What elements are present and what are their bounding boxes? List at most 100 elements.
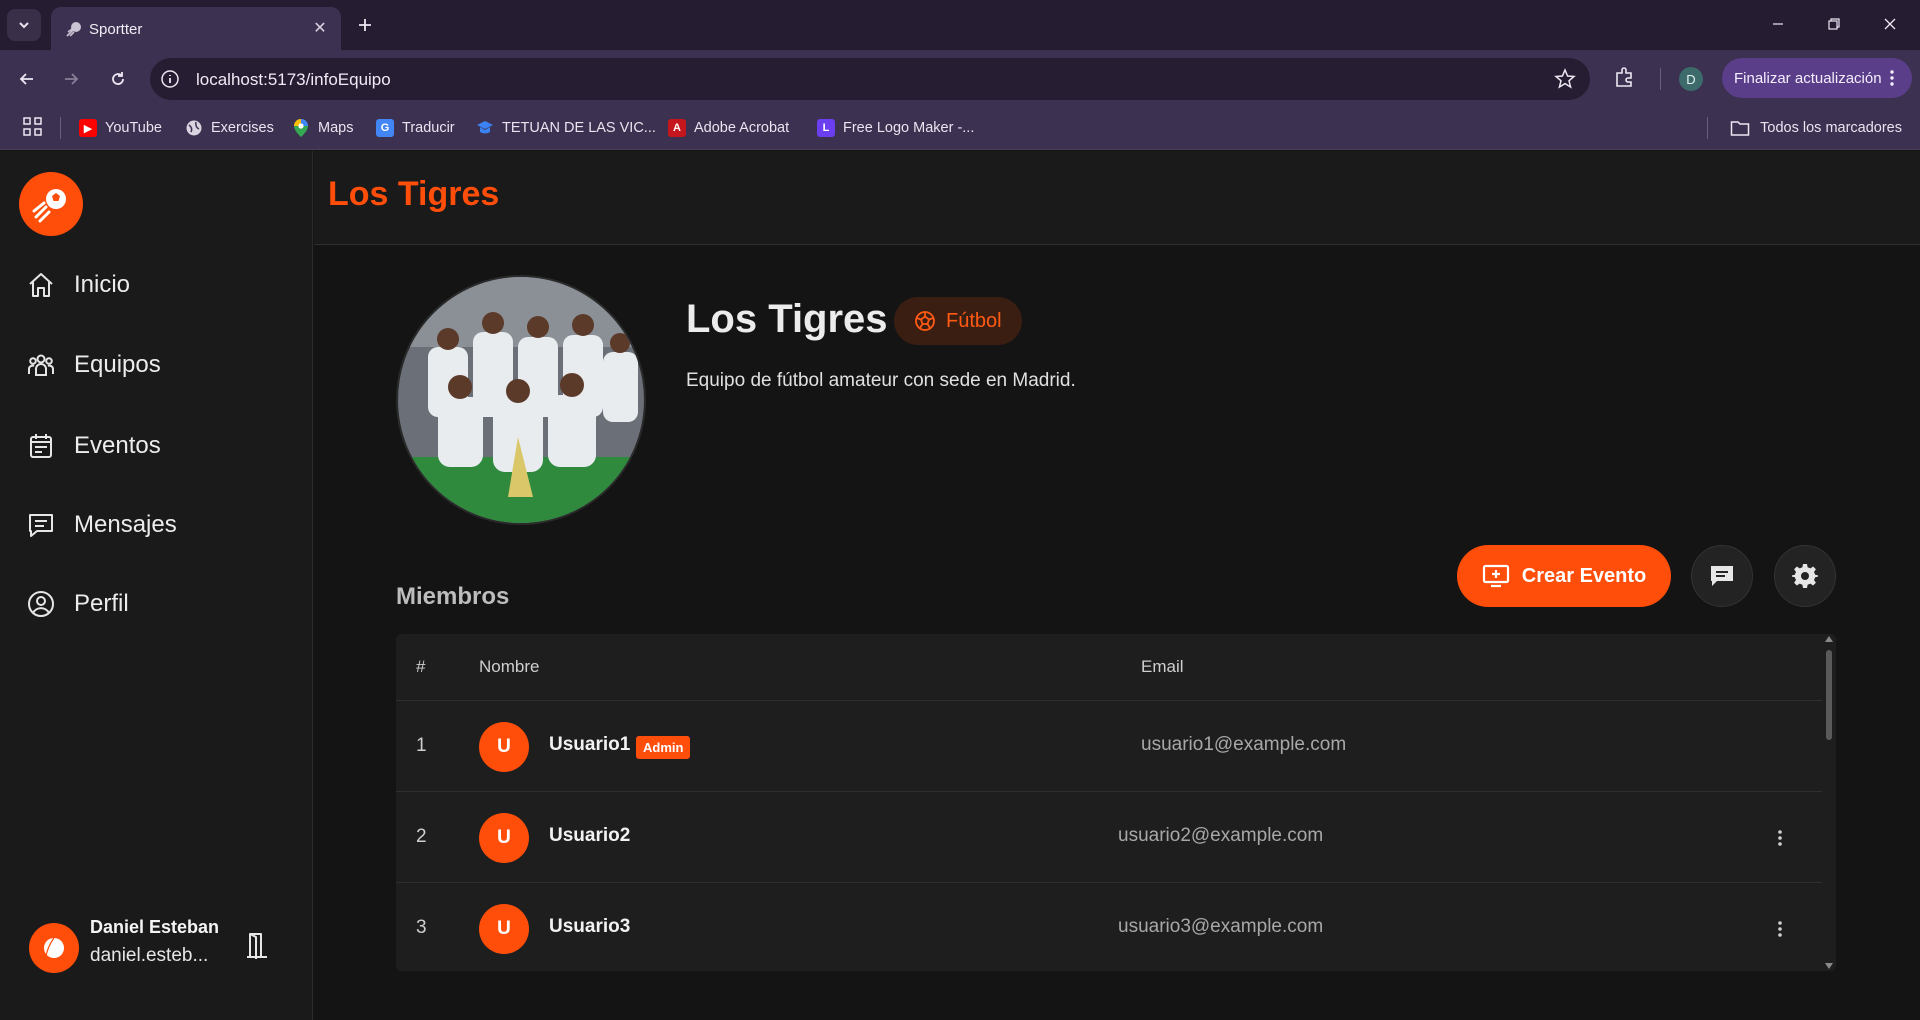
table-row[interactable]: 1 U Usuario1 Admin usuario1@example.com xyxy=(396,701,1822,792)
reload-icon xyxy=(112,72,124,85)
site-info-icon[interactable] xyxy=(160,69,180,89)
bookmark-label: Free Logo Maker -... xyxy=(843,120,975,136)
chat-icon xyxy=(1711,566,1733,586)
sidebar-item-inicio[interactable]: Inicio xyxy=(26,263,130,307)
row-number: 2 xyxy=(416,826,427,847)
reload-button[interactable] xyxy=(103,64,133,94)
new-tab-button[interactable] xyxy=(352,12,378,38)
team-chat-button[interactable] xyxy=(1691,545,1753,607)
message-icon xyxy=(29,514,53,537)
page-header: Los Tigres xyxy=(314,151,1920,245)
scroll-up-arrow-icon[interactable] xyxy=(1825,636,1833,642)
logout-door-icon[interactable] xyxy=(241,929,273,961)
page-title: Los Tigres xyxy=(328,175,500,213)
apps-grid-icon[interactable] xyxy=(22,116,44,138)
avatar: U xyxy=(479,904,529,954)
home-icon xyxy=(29,273,53,297)
table-row[interactable]: 2 U Usuario2 usuario2@example.com xyxy=(396,792,1822,883)
user-circle-icon xyxy=(28,591,54,617)
arrow-right-icon xyxy=(65,73,79,85)
soccer-ball-icon xyxy=(915,311,935,331)
scrollbar-thumb[interactable] xyxy=(1826,650,1832,740)
column-header: # xyxy=(416,657,426,676)
browser-tab-strip: Sportter ✕ xyxy=(0,0,1920,50)
team-photo-image xyxy=(398,277,644,523)
table-scrollbar[interactable] xyxy=(1822,634,1836,971)
bookmark-adobe-acrobat[interactable]: A Adobe Acrobat xyxy=(668,117,789,139)
scroll-down-arrow-icon[interactable] xyxy=(1825,963,1833,969)
browser-tab-active[interactable]: Sportter ✕ xyxy=(51,7,341,50)
soccer-ball-logo-icon xyxy=(32,189,66,223)
avatar: U xyxy=(479,813,529,863)
row-options-icon[interactable] xyxy=(1770,913,1790,945)
member-name: Usuario3 xyxy=(549,916,631,937)
bookmark-label: Adobe Acrobat xyxy=(694,120,790,136)
member-email: usuario3@example.com xyxy=(1118,916,1324,937)
table-row[interactable]: 3 U Usuario3 usuario3@example.com xyxy=(396,883,1822,971)
bookmark-star-icon[interactable] xyxy=(1554,68,1576,90)
sport-badge: Fútbol xyxy=(894,297,1022,345)
ball-avatar-icon xyxy=(44,937,64,958)
minimize-icon xyxy=(1773,23,1783,25)
update-label: Finalizar actualización xyxy=(1734,69,1882,87)
column-header: Nombre xyxy=(479,657,540,676)
create-event-button[interactable]: Crear Evento xyxy=(1457,545,1671,607)
sidebar-item-mensajes[interactable]: Mensajes xyxy=(26,503,177,547)
close-window-button[interactable] xyxy=(1861,0,1919,48)
team-settings-button[interactable] xyxy=(1774,545,1836,607)
address-bar[interactable]: localhost:5173/infoEquipo xyxy=(150,58,1590,100)
update-browser-button[interactable]: Finalizar actualización xyxy=(1722,58,1912,98)
all-bookmarks-button[interactable]: Todos los marcadores xyxy=(1730,117,1902,139)
profile-avatar[interactable]: D xyxy=(1679,67,1703,91)
current-user: Daniel Esteban daniel.esteb... xyxy=(29,917,289,977)
member-email: usuario2@example.com xyxy=(1118,825,1324,846)
bookmark-label: Traducir xyxy=(402,120,455,136)
bookmark-free-logo-maker[interactable]: L Free Logo Maker -... xyxy=(817,117,974,139)
member-email: usuario1@example.com xyxy=(1141,734,1347,755)
school-icon xyxy=(476,119,494,137)
bookmark-maps[interactable]: Maps xyxy=(292,117,353,139)
sidebar: Inicio Equipos Eventos Mensajes Perfil D… xyxy=(0,151,313,1020)
sidebar-item-label: Equipos xyxy=(74,351,161,378)
bookmark-traducir[interactable]: G Traducir xyxy=(376,117,455,139)
bookmarks-divider xyxy=(60,117,61,139)
tab-title: Sportter xyxy=(89,21,143,38)
sport-label: Fútbol xyxy=(946,309,1002,332)
avatar[interactable] xyxy=(29,923,79,973)
sidebar-item-equipos[interactable]: Equipos xyxy=(26,343,161,387)
tab-close-icon[interactable]: ✕ xyxy=(309,17,331,39)
globe-icon xyxy=(185,119,203,137)
all-bookmarks-label: Todos los marcadores xyxy=(1760,120,1902,136)
youtube-icon: ▶ xyxy=(79,119,97,137)
plus-icon xyxy=(359,19,371,31)
extensions-icon[interactable] xyxy=(1612,64,1638,90)
sidebar-item-perfil[interactable]: Perfil xyxy=(26,582,129,626)
bookmark-youtube[interactable]: ▶ YouTube xyxy=(79,117,162,139)
row-options-icon[interactable] xyxy=(1770,822,1790,854)
sidebar-item-label: Perfil xyxy=(74,590,129,617)
back-button[interactable] xyxy=(12,64,42,94)
admin-badge: Admin xyxy=(636,736,691,759)
create-event-label: Crear Evento xyxy=(1521,564,1647,587)
bookmark-exercises[interactable]: Exercises xyxy=(185,117,274,139)
bookmark-label: Maps xyxy=(318,120,354,136)
sidebar-item-eventos[interactable]: Eventos xyxy=(26,424,161,468)
bookmark-tetuan[interactable]: TETUAN DE LAS VIC... xyxy=(476,117,656,139)
more-vertical-icon[interactable] xyxy=(1882,66,1902,90)
minimize-button[interactable] xyxy=(1749,0,1807,48)
arrow-left-icon xyxy=(19,73,33,85)
app-logo[interactable] xyxy=(19,172,83,236)
user-email: daniel.esteb... xyxy=(90,945,209,966)
toolbar-divider xyxy=(1660,68,1661,90)
tab-search-button[interactable] xyxy=(7,9,41,41)
row-number: 1 xyxy=(416,735,427,756)
acrobat-icon: A xyxy=(668,119,686,137)
forward-button[interactable] xyxy=(56,64,86,94)
maps-icon xyxy=(292,119,310,137)
translate-icon: G xyxy=(376,119,394,137)
team-icon xyxy=(28,354,54,376)
bookmarks-divider xyxy=(1707,117,1708,139)
restore-button[interactable] xyxy=(1805,0,1863,48)
team-name: Los Tigres xyxy=(686,297,888,341)
url-text[interactable]: localhost:5173/infoEquipo xyxy=(196,70,391,90)
